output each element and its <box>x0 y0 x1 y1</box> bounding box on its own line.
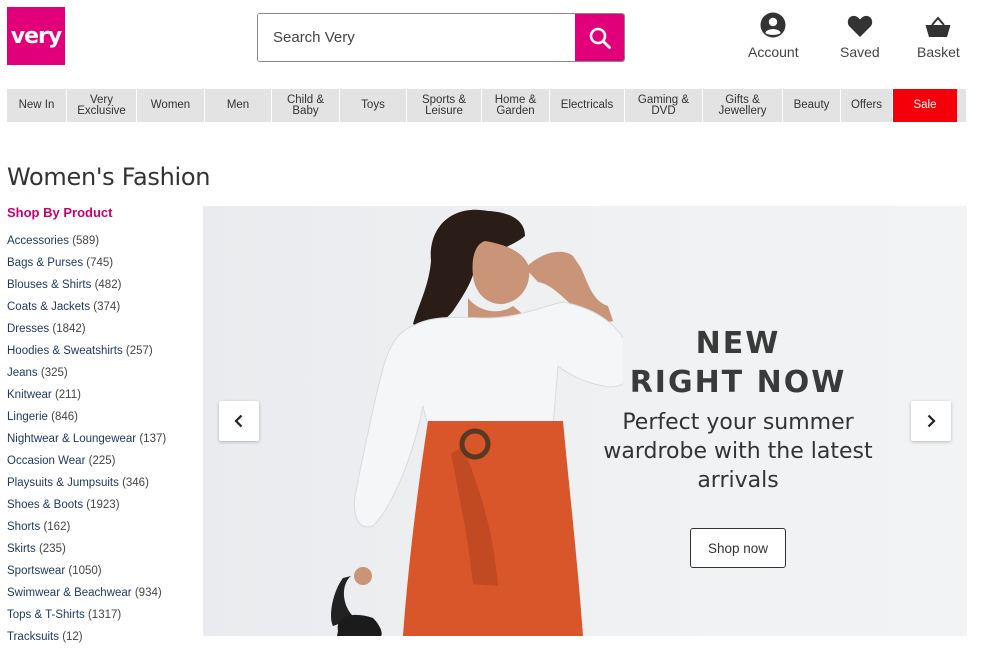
category-item[interactable]: Occasion Wear (225) <box>7 451 166 473</box>
category-item[interactable]: Sportswear (1050) <box>7 561 166 583</box>
logo-text: very <box>10 23 62 49</box>
carousel-prev-button[interactable] <box>219 401 259 441</box>
category-item[interactable]: Jeans (325) <box>7 363 166 385</box>
search-bar <box>257 13 625 62</box>
chevron-left-icon <box>234 414 243 428</box>
nav-women[interactable]: Women <box>137 89 205 122</box>
chevron-right-icon <box>927 414 936 428</box>
category-item[interactable]: Accessories (589) <box>7 231 166 253</box>
very-logo[interactable]: very <box>7 7 65 65</box>
category-item[interactable]: Blouses & Shirts (482) <box>7 275 166 297</box>
nav-offers[interactable]: Offers <box>841 89 893 122</box>
nav-sale[interactable]: Sale <box>893 89 957 122</box>
nav-beauty[interactable]: Beauty <box>783 89 841 122</box>
hero-headline-2: RIGHT NOW <box>629 365 847 400</box>
nav-gaming-dvd[interactable]: Gaming & DVD <box>625 89 703 122</box>
basket-label: Basket <box>917 44 960 60</box>
search-input[interactable] <box>258 14 575 61</box>
hero-banner[interactable]: NEW RIGHT NOW Perfect your summer wardro… <box>203 206 967 636</box>
nav-child-baby[interactable]: Child & Baby <box>272 89 340 122</box>
hero-subtext: Perfect your summer wardrobe with the la… <box>603 410 873 493</box>
account-label: Account <box>748 44 799 60</box>
carousel-next-button[interactable] <box>911 401 951 441</box>
nav-electricals[interactable]: Electricals <box>550 89 625 122</box>
category-item[interactable]: Swimwear & Beachwear (934) <box>7 583 166 605</box>
category-item[interactable]: Tops & T-Shirts (1317) <box>7 605 166 627</box>
heart-icon <box>847 15 873 37</box>
shop-now-button[interactable]: Shop now <box>690 528 786 568</box>
category-item[interactable]: Shorts (162) <box>7 517 166 539</box>
category-item[interactable]: Tracksuits (12) <box>7 627 166 649</box>
model-photo <box>331 209 623 636</box>
category-item[interactable]: Hoodies & Sweatshirts (257) <box>7 341 166 363</box>
nav-men[interactable]: Men <box>205 89 272 122</box>
saved-link[interactable]: Saved <box>840 10 880 60</box>
category-item[interactable]: Skirts (235) <box>7 539 166 561</box>
shop-by-product-heading: Shop By Product <box>7 205 113 220</box>
basket-link[interactable]: Basket <box>917 10 960 60</box>
category-item[interactable]: Bags & Purses (745) <box>7 253 166 275</box>
account-link[interactable]: Account <box>748 10 799 60</box>
category-list: Accessories (589) Bags & Purses (745) Bl… <box>7 231 166 649</box>
category-item[interactable]: Playsuits & Jumpsuits (346) <box>7 473 166 495</box>
saved-label: Saved <box>840 44 880 60</box>
account-icon <box>760 12 786 38</box>
site-header: very Account Saved <box>0 0 999 80</box>
nav-home-garden[interactable]: Home & Garden <box>482 89 550 122</box>
nav-sports-leisure[interactable]: Sports & Leisure <box>407 89 482 122</box>
hero-headline-1: NEW <box>695 326 781 361</box>
basket-icon <box>925 16 951 37</box>
hero-text: NEW RIGHT NOW Perfect your summer wardro… <box>573 324 903 495</box>
nav-new-in[interactable]: New In <box>7 89 67 122</box>
category-item[interactable]: Coats & Jackets (374) <box>7 297 166 319</box>
category-item[interactable]: Shoes & Boots (1923) <box>7 495 166 517</box>
search-button[interactable] <box>575 14 624 61</box>
category-item[interactable]: Lingerie (846) <box>7 407 166 429</box>
nav-very-exclusive[interactable]: Very Exclusive <box>67 89 137 122</box>
search-icon <box>589 27 611 49</box>
main-nav: New In Very Exclusive Women Men Child & … <box>7 89 966 122</box>
nav-gifts-jewellery[interactable]: Gifts & Jewellery <box>703 89 783 122</box>
category-item[interactable]: Nightwear & Loungewear (137) <box>7 429 166 451</box>
category-item[interactable]: Dresses (1842) <box>7 319 166 341</box>
page-title: Women's Fashion <box>7 163 211 191</box>
category-item[interactable]: Knitwear (211) <box>7 385 166 407</box>
nav-toys[interactable]: Toys <box>340 89 407 122</box>
